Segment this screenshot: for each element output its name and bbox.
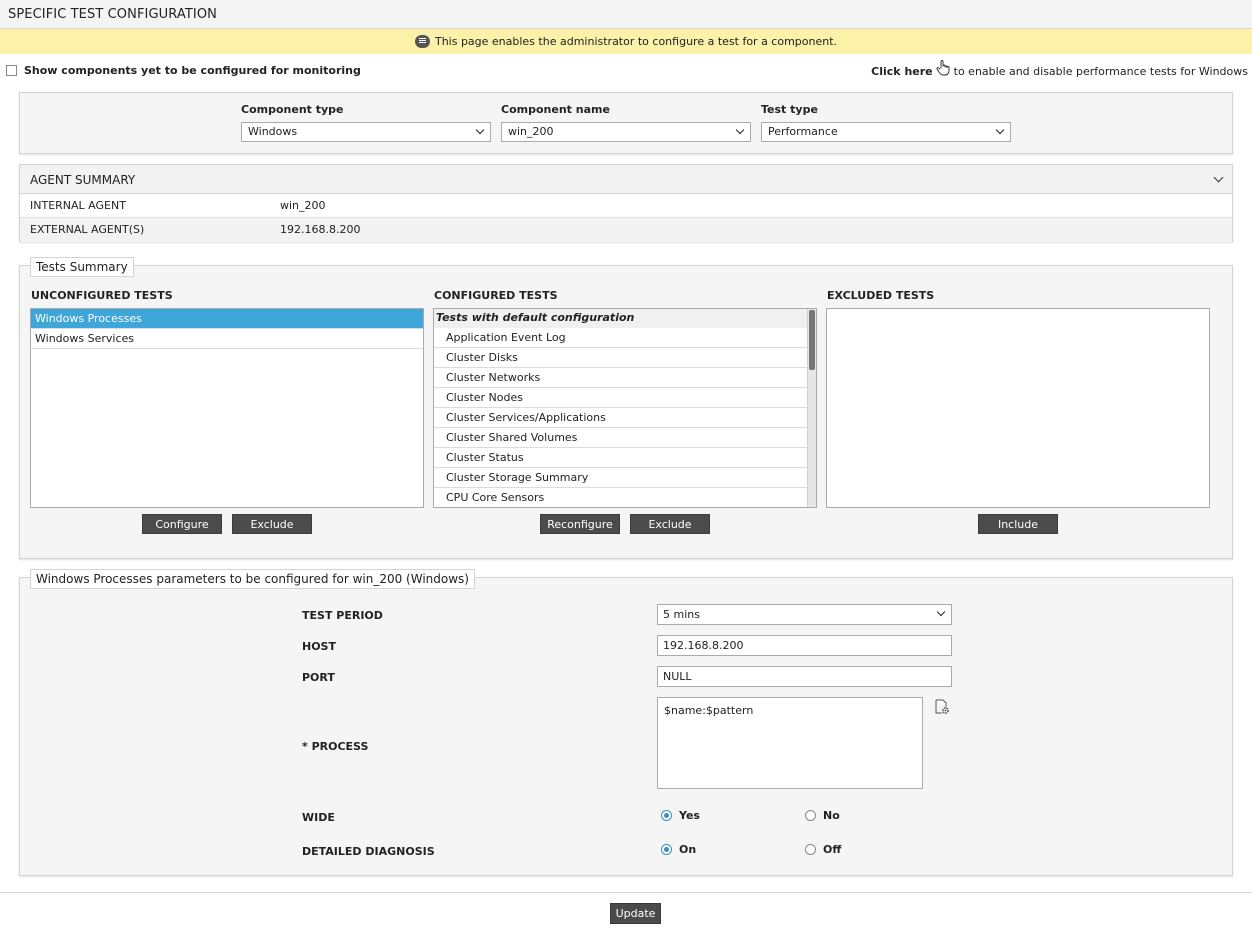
port-label: PORT xyxy=(302,671,335,684)
list-group-default-config: Tests with default configuration xyxy=(434,309,807,328)
unconfigured-tests-title: UNCONFIGURED TESTS xyxy=(31,289,173,302)
component-type-label: Component type xyxy=(241,103,344,116)
test-type-value: Performance xyxy=(768,125,838,138)
chevron-down-icon xyxy=(735,125,745,135)
list-item[interactable]: Cluster Disks xyxy=(434,348,807,368)
include-button[interactable]: Include xyxy=(978,514,1058,534)
detailed-diagnosis-label: DETAILED DIAGNOSIS xyxy=(302,845,435,858)
process-textarea[interactable]: $name:$pattern xyxy=(657,697,923,789)
click-here-text: to enable and disable performance tests … xyxy=(953,65,1248,78)
radio-unselected-icon[interactable] xyxy=(805,809,816,821)
agent-key: EXTERNAL AGENT(S) xyxy=(30,223,145,236)
agent-summary-title: AGENT SUMMARY xyxy=(30,173,136,187)
parameters-panel: Windows Processes parameters to be confi… xyxy=(19,569,1233,876)
list-item[interactable]: Cluster Networks xyxy=(434,368,807,388)
configured-tests-items: Tests with default configuration Applica… xyxy=(434,309,807,507)
test-type-label: Test type xyxy=(761,103,818,116)
dd-off-radio[interactable]: Off xyxy=(805,843,841,856)
component-name-label: Component name xyxy=(501,103,610,116)
unconfigured-tests-list[interactable]: Windows Processes Windows Services xyxy=(30,308,424,508)
configure-button[interactable]: Configure xyxy=(142,514,222,534)
show-components-checkbox[interactable] xyxy=(6,64,17,76)
test-period-value: 5 mins xyxy=(663,608,700,621)
excluded-tests-title: EXCLUDED TESTS xyxy=(827,289,935,302)
configured-tests-scrollbar[interactable] xyxy=(807,309,816,507)
process-label: * PROCESS xyxy=(302,740,369,753)
tests-summary-title: Tests Summary xyxy=(30,257,134,277)
click-here-link[interactable]: Click here xyxy=(871,65,932,78)
host-label: HOST xyxy=(302,640,336,653)
page-title: SPECIFIC TEST CONFIGURATION xyxy=(8,7,217,22)
test-type-select[interactable]: Performance xyxy=(761,122,1011,142)
dd-on-label: On xyxy=(679,843,697,856)
component-name-value: win_200 xyxy=(508,125,554,138)
configured-tests-title: CONFIGURED TESTS xyxy=(434,289,558,302)
wide-yes-radio[interactable]: Yes xyxy=(661,809,700,822)
reconfigure-button[interactable]: Reconfigure xyxy=(540,514,620,534)
agent-row-external: EXTERNAL AGENT(S) 192.168.8.200 xyxy=(20,218,1232,242)
chevron-down-icon xyxy=(995,125,1005,135)
wide-no-radio[interactable]: No xyxy=(805,809,840,822)
agent-value: win_200 xyxy=(280,199,326,212)
agent-summary-header[interactable]: AGENT SUMMARY xyxy=(20,165,1232,194)
footer-divider xyxy=(0,892,1252,893)
component-name-select[interactable]: win_200 xyxy=(501,122,751,142)
list-item-windows-services[interactable]: Windows Services xyxy=(31,329,423,349)
list-item[interactable]: CPU Core Sensors xyxy=(434,488,807,507)
page-header: SPECIFIC TEST CONFIGURATION xyxy=(0,0,1252,29)
dd-on-radio[interactable]: On xyxy=(661,843,696,856)
hand-pointer-icon xyxy=(936,60,950,76)
wide-yes-label: Yes xyxy=(679,809,700,822)
component-selector-panel: Component type Windows Component name wi… xyxy=(19,92,1233,154)
list-item-windows-processes[interactable]: Windows Processes xyxy=(31,309,423,329)
test-type-group: Test type Performance xyxy=(761,103,1011,142)
component-type-select[interactable]: Windows xyxy=(241,122,491,142)
component-type-value: Windows xyxy=(248,125,298,138)
chevron-down-icon[interactable] xyxy=(1213,172,1224,183)
radio-selected-icon[interactable] xyxy=(661,809,672,821)
agent-row-internal: INTERNAL AGENT win_200 xyxy=(20,194,1232,218)
list-item[interactable]: Cluster Services/Applications xyxy=(434,408,807,428)
excluded-tests-list[interactable] xyxy=(826,308,1210,508)
scrollbar-thumb[interactable] xyxy=(809,310,815,370)
exclude-configured-button[interactable]: Exclude xyxy=(630,514,710,534)
exclude-unconfigured-button[interactable]: Exclude xyxy=(232,514,312,534)
settings-document-icon[interactable] xyxy=(934,699,950,715)
show-components-toggle[interactable]: Show components yet to be configured for… xyxy=(6,64,361,77)
agent-key: INTERNAL AGENT xyxy=(30,199,126,212)
list-item[interactable]: Cluster Shared Volumes xyxy=(434,428,807,448)
component-name-group: Component name win_200 xyxy=(501,103,751,142)
update-button[interactable]: Update xyxy=(610,903,661,924)
test-period-label: TEST PERIOD xyxy=(302,609,383,622)
list-item[interactable]: Cluster Status xyxy=(434,448,807,468)
info-message: This page enables the administrator to c… xyxy=(434,35,838,48)
configured-tests-list[interactable]: Tests with default configuration Applica… xyxy=(433,308,817,508)
list-item[interactable]: Cluster Storage Summary xyxy=(434,468,807,488)
wide-label: WIDE xyxy=(302,811,335,824)
chevron-down-icon xyxy=(475,125,485,135)
show-components-label: Show components yet to be configured for… xyxy=(24,64,361,77)
test-period-select[interactable]: 5 mins xyxy=(657,604,952,625)
info-bar: This page enables the administrator to c… xyxy=(0,29,1252,54)
list-item[interactable]: Cluster Nodes xyxy=(434,388,807,408)
comment-icon xyxy=(414,34,430,48)
component-type-group: Component type Windows xyxy=(241,103,491,142)
host-input[interactable]: 192.168.8.200 xyxy=(657,635,952,656)
radio-selected-icon[interactable] xyxy=(661,843,672,855)
wide-no-label: No xyxy=(823,809,840,822)
test-period-dropdown xyxy=(933,605,951,624)
parameters-title: Windows Processes parameters to be confi… xyxy=(30,569,475,589)
tests-summary-panel: Tests Summary UNCONFIGURED TESTS Windows… xyxy=(19,257,1233,559)
list-item[interactable]: Application Event Log xyxy=(434,328,807,348)
agent-value: 192.168.8.200 xyxy=(280,223,361,236)
port-input[interactable]: NULL xyxy=(657,666,952,687)
agent-summary-panel: AGENT SUMMARY INTERNAL AGENT win_200 EXT… xyxy=(19,164,1233,242)
dd-off-label: Off xyxy=(823,843,842,856)
radio-unselected-icon[interactable] xyxy=(805,843,816,855)
click-here-note: Click here to enable and disable perform… xyxy=(871,60,1248,80)
chevron-down-icon xyxy=(936,607,946,617)
